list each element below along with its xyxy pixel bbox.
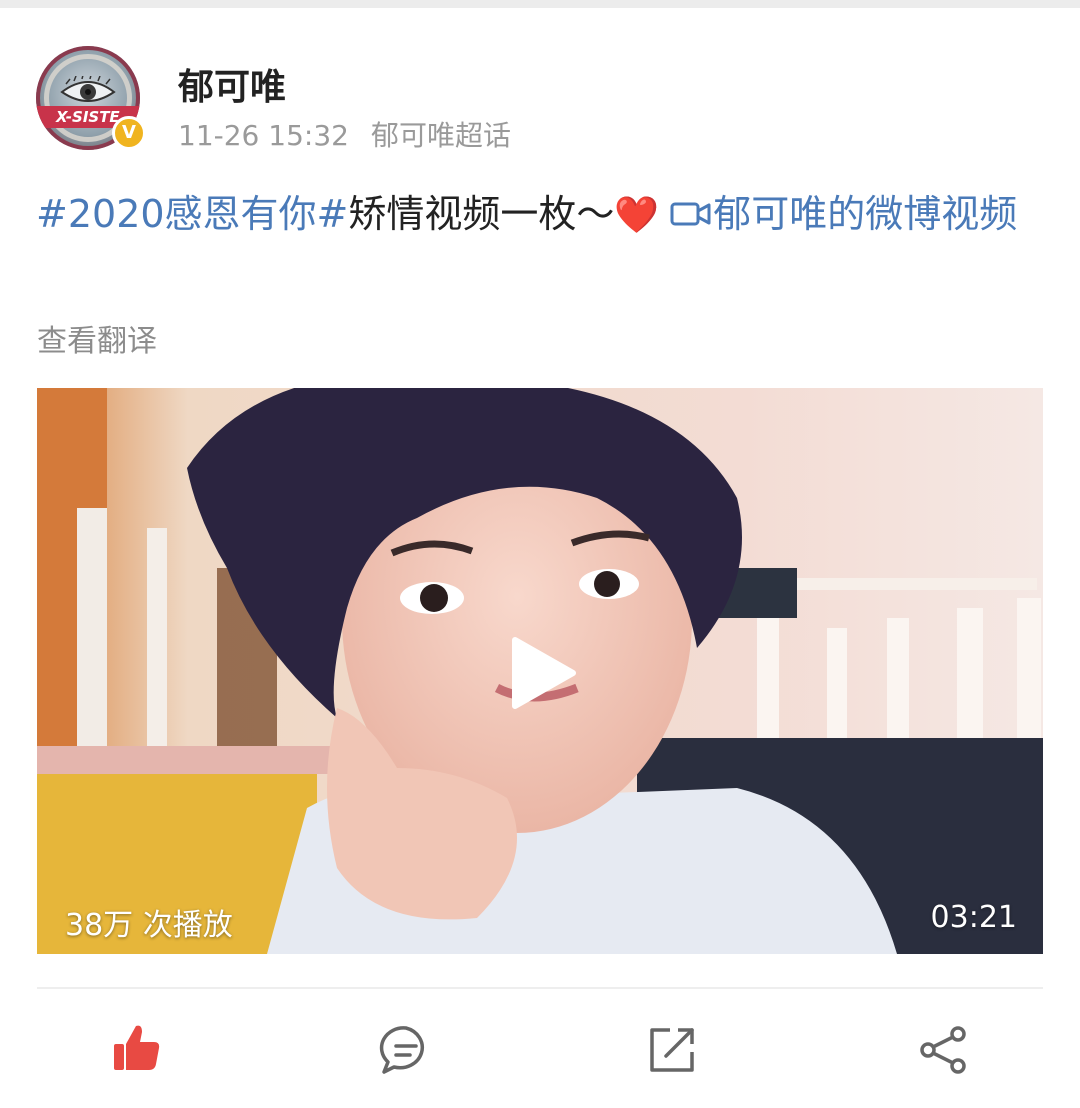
video-player[interactable]: 38万 次播放 03:21 [37,388,1043,954]
thumbs-up-icon [114,1025,160,1070]
share-icon [920,1026,966,1074]
post-time: 11-26 15:32 [178,119,349,152]
post-meta: 11-26 15:32 郁可唯超话 [178,114,511,154]
like-button[interactable] [106,1020,166,1080]
top-edge [0,0,1080,8]
username[interactable]: 郁可唯 [178,58,286,110]
play-count: 38万 次播放 [65,908,233,943]
comment-button[interactable] [376,1020,436,1080]
play-icon[interactable] [511,636,577,710]
divider [37,987,1043,989]
post-source[interactable]: 郁可唯超话 [371,119,511,152]
verified-badge: V [112,116,146,150]
comment-icon [379,1026,424,1074]
eye-icon [60,76,116,102]
translate-link[interactable]: 查看翻译 [37,316,157,360]
video-link[interactable]: 郁可唯的微博视频 [713,192,1017,236]
post-text: #2020感恩有你#矫情视频一枚～❤️ 郁可唯的微博视频 [36,186,1046,244]
repost-button[interactable] [642,1020,702,1080]
video-duration: 03:21 [930,900,1017,935]
video-camera-icon[interactable] [669,197,713,231]
hashtag-link[interactable]: #2020感恩有你# [36,192,348,236]
repost-icon [650,1028,694,1072]
post-body: 矫情视频一枚～ [348,192,615,236]
heart-emoji: ❤️ [614,195,660,236]
share-button[interactable] [914,1020,974,1080]
